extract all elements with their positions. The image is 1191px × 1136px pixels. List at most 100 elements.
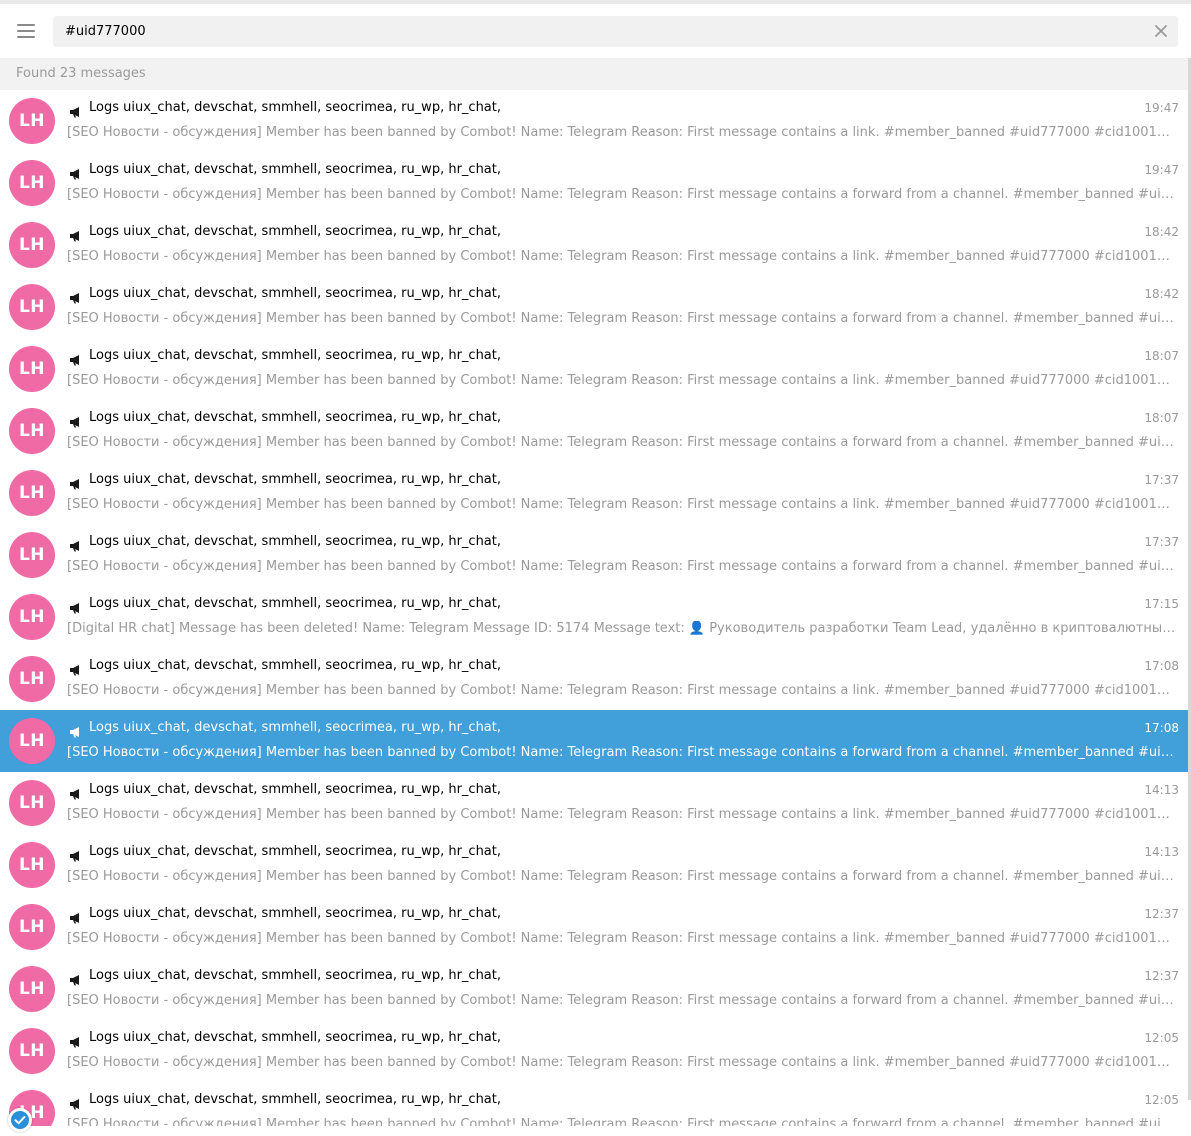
- search-result-item[interactable]: LH Logs uiux_chat, devschat, smmhell, seo…: [0, 648, 1189, 710]
- result-preview: [SEO Новости - обсуждения] Member has be…: [67, 931, 1177, 946]
- result-chat-title: Logs uiux_chat, devschat, smmhell, seocr…: [89, 224, 502, 239]
- result-chat-title: Logs uiux_chat, devschat, smmhell, seocr…: [89, 100, 502, 115]
- search-result-item[interactable]: LH Logs uiux_chat, devschat, smmhell, seo…: [0, 1020, 1189, 1082]
- result-preview: [SEO Новости - обсуждения] Member has be…: [67, 1055, 1177, 1070]
- result-time: 17:08: [1144, 659, 1179, 673]
- result-time: 19:47: [1144, 101, 1179, 115]
- search-header: [0, 4, 1191, 58]
- result-preview: [SEO Новости - обсуждения] Member has be…: [67, 559, 1177, 574]
- result-chat-title: Logs uiux_chat, devschat, smmhell, seocr…: [89, 844, 502, 859]
- result-preview: [SEO Новости - обсуждения] Member has be…: [67, 869, 1177, 884]
- search-result-item[interactable]: LH Logs uiux_chat, devschat, smmhell, seo…: [0, 710, 1189, 772]
- megaphone-icon: [69, 537, 83, 552]
- result-time: 18:42: [1144, 225, 1179, 239]
- result-chat-title: Logs uiux_chat, devschat, smmhell, seocr…: [89, 1030, 502, 1045]
- hamburger-menu-icon[interactable]: [10, 16, 42, 46]
- result-preview: [SEO Новости - обсуждения] Member has be…: [67, 807, 1177, 822]
- result-time: 12:05: [1144, 1031, 1179, 1045]
- result-time: 19:47: [1144, 163, 1179, 177]
- avatar: LH: [9, 656, 55, 702]
- megaphone-icon: [69, 475, 83, 490]
- result-preview: [SEO Новости - обсуждения] Member has be…: [67, 187, 1177, 202]
- results-count-bar: Found 23 messages: [0, 58, 1191, 90]
- result-chat-title: Logs uiux_chat, devschat, smmhell, seocr…: [89, 1092, 502, 1107]
- result-chat-title: Logs uiux_chat, devschat, smmhell, seocr…: [89, 410, 502, 425]
- result-preview: [SEO Новости - обсуждения] Member has be…: [67, 683, 1177, 698]
- result-time: 12:37: [1144, 907, 1179, 921]
- results-count-label: Found 23 messages: [16, 66, 146, 81]
- result-preview: [Digital HR chat] Message has been delet…: [67, 621, 1177, 636]
- avatar: LH: [9, 1028, 55, 1074]
- result-preview: [SEO Новости - обсуждения] Member has be…: [67, 311, 1177, 326]
- megaphone-icon: [69, 971, 83, 986]
- result-chat-title: Logs uiux_chat, devschat, smmhell, seocr…: [89, 906, 502, 921]
- close-icon[interactable]: [1152, 22, 1170, 40]
- search-result-item[interactable]: LH Logs uiux_chat, devschat, smmhell, seo…: [0, 214, 1189, 276]
- result-chat-title: Logs uiux_chat, devschat, smmhell, seocr…: [89, 162, 502, 177]
- result-chat-title: Logs uiux_chat, devschat, smmhell, seocr…: [89, 534, 502, 549]
- megaphone-icon: [69, 1033, 83, 1048]
- avatar: LH: [9, 160, 55, 206]
- search-results-list: LH Logs uiux_chat, devschat, smmhell, seo…: [0, 90, 1189, 1126]
- megaphone-icon: [69, 847, 83, 862]
- search-result-item[interactable]: LH Logs uiux_chat, devschat, smmhell, seo…: [0, 152, 1189, 214]
- search-result-item[interactable]: LH Logs uiux_chat, devschat, smmhell, seo…: [0, 772, 1189, 834]
- search-result-item[interactable]: LH Logs uiux_chat, devschat, smmhell, seo…: [0, 90, 1189, 152]
- avatar: LH: [9, 470, 55, 516]
- result-preview: [SEO Новости - обсуждения] Member has be…: [67, 497, 1177, 512]
- result-chat-title: Logs uiux_chat, devschat, smmhell, seocr…: [89, 720, 502, 735]
- avatar: LH: [9, 222, 55, 268]
- search-result-item[interactable]: LH Logs uiux_chat, devschat, smmhell, seo…: [0, 834, 1189, 896]
- avatar: LH: [9, 408, 55, 454]
- megaphone-icon: [69, 351, 83, 366]
- search-result-item[interactable]: LH Logs uiux_chat, devschat, smmhell, seo…: [0, 338, 1189, 400]
- search-result-item[interactable]: LH Logs uiux_chat, devschat, smmhell, seo…: [0, 896, 1189, 958]
- result-time: 18:07: [1144, 349, 1179, 363]
- result-time: 17:08: [1144, 721, 1179, 735]
- megaphone-icon: [69, 289, 83, 304]
- result-chat-title: Logs uiux_chat, devschat, smmhell, seocr…: [89, 782, 502, 797]
- megaphone-icon: [69, 785, 83, 800]
- result-preview: [SEO Новости - обсуждения] Member has be…: [67, 745, 1177, 760]
- avatar: LH: [9, 966, 55, 1012]
- result-time: 17:15: [1144, 597, 1179, 611]
- result-chat-title: Logs uiux_chat, devschat, smmhell, seocr…: [89, 348, 502, 363]
- avatar: LH: [9, 780, 55, 826]
- result-time: 14:13: [1144, 783, 1179, 797]
- verified-check-icon: [8, 1108, 32, 1132]
- megaphone-icon: [69, 103, 83, 118]
- avatar: LH: [9, 594, 55, 640]
- search-box: [53, 16, 1178, 47]
- result-chat-title: Logs uiux_chat, devschat, smmhell, seocr…: [89, 658, 502, 673]
- result-preview: [SEO Новости - обсуждения] Member has be…: [67, 1117, 1177, 1126]
- result-time: 18:42: [1144, 287, 1179, 301]
- search-result-item[interactable]: LH Logs uiux_chat, devschat, smmhell, seo…: [0, 958, 1189, 1020]
- result-time: 18:07: [1144, 411, 1179, 425]
- megaphone-icon: [69, 661, 83, 676]
- avatar: LH: [9, 842, 55, 888]
- megaphone-icon: [69, 723, 83, 738]
- avatar: LH: [9, 904, 55, 950]
- avatar: LH: [9, 718, 55, 764]
- search-input[interactable]: [53, 16, 1133, 47]
- result-chat-title: Logs uiux_chat, devschat, smmhell, seocr…: [89, 286, 502, 301]
- result-time: 17:37: [1144, 473, 1179, 487]
- result-time: 12:05: [1144, 1093, 1179, 1107]
- search-result-item[interactable]: LH Logs uiux_chat, devschat, smmhell, seo…: [0, 524, 1189, 586]
- avatar: LH: [9, 532, 55, 578]
- avatar: LH: [9, 346, 55, 392]
- search-result-item[interactable]: LH Logs uiux_chat, devschat, smmhell, seo…: [0, 400, 1189, 462]
- megaphone-icon: [69, 227, 83, 242]
- result-chat-title: Logs uiux_chat, devschat, smmhell, seocr…: [89, 968, 502, 983]
- megaphone-icon: [69, 599, 83, 614]
- search-result-item[interactable]: LH Logs uiux_chat, devschat, smmhell, seo…: [0, 276, 1189, 338]
- result-preview: [SEO Новости - обсуждения] Member has be…: [67, 993, 1177, 1008]
- search-result-item[interactable]: LH Logs uiux_chat, devschat, smmhell, seo…: [0, 1082, 1189, 1126]
- result-chat-title: Logs uiux_chat, devschat, smmhell, seocr…: [89, 472, 502, 487]
- megaphone-icon: [69, 165, 83, 180]
- megaphone-icon: [69, 413, 83, 428]
- result-time: 17:37: [1144, 535, 1179, 549]
- result-preview: [SEO Новости - обсуждения] Member has be…: [67, 249, 1177, 264]
- search-result-item[interactable]: LH Logs uiux_chat, devschat, smmhell, seo…: [0, 586, 1189, 648]
- search-result-item[interactable]: LH Logs uiux_chat, devschat, smmhell, seo…: [0, 462, 1189, 524]
